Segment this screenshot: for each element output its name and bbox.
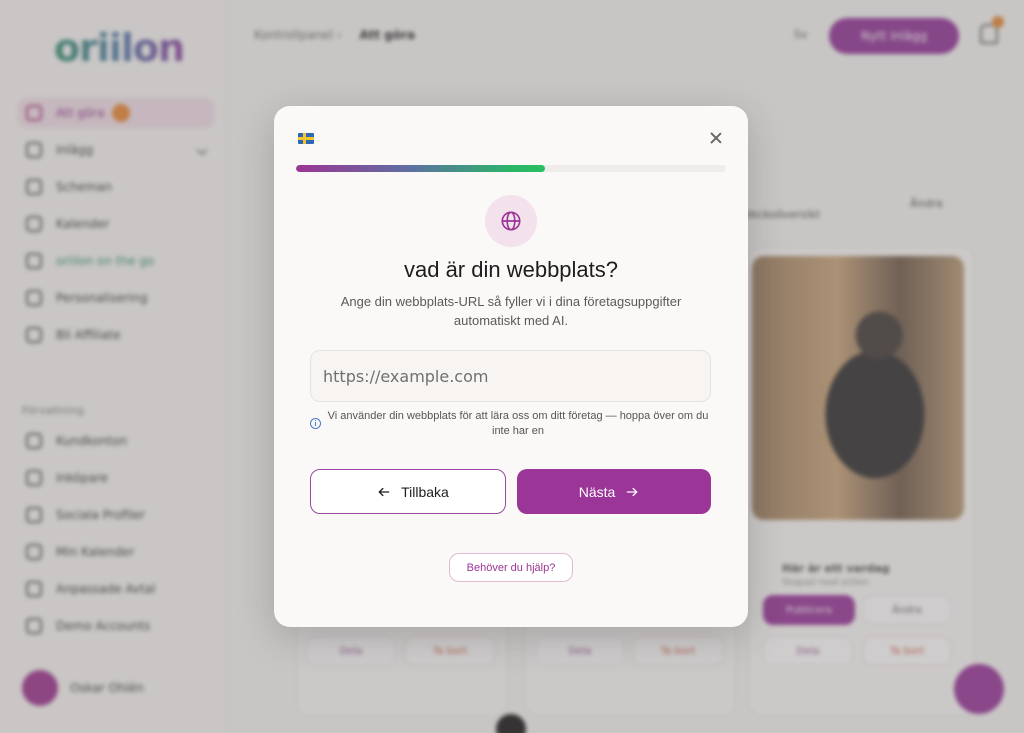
progress-bar-fill bbox=[296, 165, 546, 172]
back-button[interactable]: Tillbaka bbox=[310, 469, 506, 514]
info-icon bbox=[310, 418, 321, 429]
swedish-flag-icon[interactable] bbox=[298, 133, 314, 144]
dialog-subtitle: Ange din webbplats-URL så fyller vi i di… bbox=[340, 294, 682, 328]
close-icon[interactable] bbox=[706, 128, 726, 148]
next-button-label: Nästa bbox=[578, 483, 616, 500]
arrow-left-icon bbox=[378, 487, 390, 496]
website-onboarding-dialog: vad är din webbplats? Ange din webbplats… bbox=[274, 106, 748, 627]
next-button[interactable]: Nästa bbox=[517, 469, 711, 514]
back-button-label: Tillbaka bbox=[401, 483, 449, 500]
info-text: Vi använder din webbplats för att lära o… bbox=[327, 410, 709, 437]
dialog-title: vad är din webbplats? bbox=[403, 257, 619, 282]
progress-bar bbox=[296, 165, 726, 172]
globe-icon bbox=[501, 211, 521, 231]
help-button[interactable]: Behöver du hjälp? bbox=[449, 553, 573, 582]
arrow-right-icon bbox=[626, 487, 638, 496]
website-url-input[interactable] bbox=[310, 350, 711, 402]
globe-icon-badge bbox=[485, 195, 537, 247]
